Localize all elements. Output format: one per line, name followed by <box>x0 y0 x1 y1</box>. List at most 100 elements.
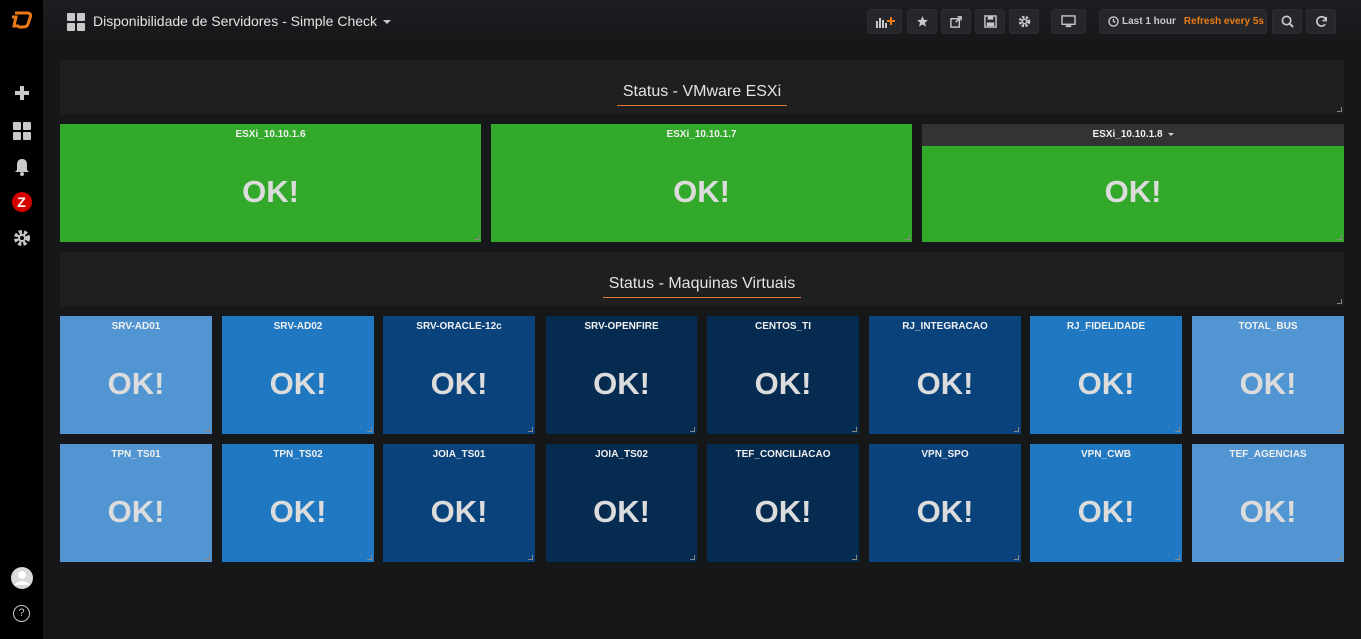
singlestat-panel[interactable]: ESXi_10.10.1.8 OK! <box>922 124 1344 242</box>
panel-title[interactable]: SRV-ORACLE-12c <box>383 321 535 332</box>
share-button[interactable] <box>941 9 971 34</box>
refresh-button[interactable] <box>1306 9 1336 34</box>
refresh-icon <box>1315 15 1327 27</box>
grafana-logo-icon[interactable] <box>0 6 43 34</box>
resize-handle[interactable] <box>528 555 533 560</box>
resize-handle[interactable] <box>1014 555 1019 560</box>
resize-handle[interactable] <box>905 235 910 240</box>
resize-handle[interactable] <box>1337 427 1342 432</box>
dashboard-title: Disponibilidade de Servidores - Simple C… <box>93 13 378 29</box>
panel-title[interactable]: ESXi_10.10.1.7 <box>491 129 912 140</box>
resize-handle[interactable] <box>1337 235 1342 240</box>
panel-title[interactable]: TEF_AGENCIAS <box>1192 449 1344 460</box>
plus-icon[interactable] <box>0 83 43 103</box>
row-title-panel-vms: Status - Maquinas Virtuais <box>60 252 1344 306</box>
save-button[interactable] <box>975 9 1005 34</box>
panel-title[interactable]: TPN_TS01 <box>60 449 212 460</box>
star-button[interactable] <box>907 9 937 34</box>
panel-title[interactable]: VPN_CWB <box>1030 449 1182 460</box>
singlestat-panel[interactable]: TPN_TS01 OK! <box>60 444 212 562</box>
resize-handle[interactable] <box>367 427 372 432</box>
avatar-icon[interactable] <box>0 566 43 590</box>
row-title-panel-vmware: Status - VMware ESXi <box>60 60 1344 114</box>
singlestat-panel[interactable]: TOTAL_BUS OK! <box>1192 316 1344 434</box>
panel-title[interactable]: RJ_INTEGRACAO <box>869 321 1021 332</box>
resize-handle[interactable] <box>690 555 695 560</box>
panel-title: ESXi_10.10.1.8 <box>1092 129 1163 140</box>
add-panel-icon <box>875 16 895 28</box>
panel-value: OK! <box>673 174 730 209</box>
resize-handle[interactable] <box>205 427 210 432</box>
resize-handle[interactable] <box>205 555 210 560</box>
singlestat-panel[interactable]: SRV-ORACLE-12c OK! <box>383 316 535 434</box>
singlestat-panel[interactable]: SRV-AD02 OK! <box>222 316 374 434</box>
resize-handle[interactable] <box>1337 555 1342 560</box>
panel-title[interactable]: JOIA_TS02 <box>546 449 697 460</box>
panel-title[interactable]: TPN_TS02 <box>222 449 374 460</box>
panel-value: OK! <box>1077 366 1135 401</box>
singlestat-panel[interactable]: CENTOS_TI OK! <box>707 316 859 434</box>
singlestat-panel[interactable]: ESXi_10.10.1.7 OK! <box>491 124 912 242</box>
panel-value: OK! <box>107 494 165 529</box>
bell-icon[interactable] <box>0 157 43 177</box>
panel-value: OK! <box>242 174 299 209</box>
resize-handle[interactable] <box>852 555 857 560</box>
resize-handle[interactable] <box>474 235 479 240</box>
panel-value: OK! <box>269 366 327 401</box>
singlestat-panel[interactable]: ESXi_10.10.1.6 OK! <box>60 124 481 242</box>
panel-title[interactable]: RJ_FIDELIDADE <box>1030 321 1182 332</box>
singlestat-panel[interactable]: SRV-OPENFIRE OK! <box>546 316 697 434</box>
panel-title[interactable]: VPN_SPO <box>869 449 1021 460</box>
singlestat-panel[interactable]: SRV-AD01 OK! <box>60 316 212 434</box>
panel-value: OK! <box>916 494 974 529</box>
row-title-vmware-text: Status - VMware ESXi <box>616 83 788 106</box>
singlestat-panel[interactable]: TEF_AGENCIAS OK! <box>1192 444 1344 562</box>
row-title-vms-text: Status - Maquinas Virtuais <box>602 275 802 298</box>
panel-value: OK! <box>1077 494 1135 529</box>
panel-title[interactable]: JOIA_TS01 <box>383 449 535 460</box>
time-picker-button[interactable]: Last 1 hour Refresh every 5s <box>1099 9 1267 34</box>
gear-icon[interactable] <box>0 228 43 248</box>
star-icon <box>916 16 928 27</box>
resize-handle[interactable] <box>1337 107 1342 112</box>
singlestat-panel[interactable]: JOIA_TS01 OK! <box>383 444 535 562</box>
panel-title-menu[interactable]: ESXi_10.10.1.8 <box>922 129 1344 140</box>
singlestat-panel[interactable]: TPN_TS02 OK! <box>222 444 374 562</box>
dashboards-icon[interactable] <box>0 121 43 141</box>
resize-handle[interactable] <box>1014 427 1019 432</box>
zoom-out-button[interactable] <box>1272 9 1302 34</box>
panel-value: OK! <box>107 366 165 401</box>
panel-title[interactable]: TEF_CONCILIACAO <box>707 449 859 460</box>
panel-value: OK! <box>593 366 650 401</box>
resize-handle[interactable] <box>690 427 695 432</box>
panel-title[interactable]: CENTOS_TI <box>707 321 859 332</box>
singlestat-panel[interactable]: VPN_CWB OK! <box>1030 444 1182 562</box>
panel-title[interactable]: ESXi_10.10.1.6 <box>60 129 481 140</box>
dashboard-navbar: Disponibilidade de Servidores - Simple C… <box>43 0 1361 44</box>
help-icon[interactable]: ? <box>0 603 43 623</box>
zabbix-icon[interactable]: Z <box>0 192 43 212</box>
panel-title[interactable]: SRV-AD02 <box>222 321 374 332</box>
singlestat-panel[interactable]: JOIA_TS02 OK! <box>546 444 697 562</box>
singlestat-panel[interactable]: TEF_CONCILIACAO OK! <box>707 444 859 562</box>
resize-handle[interactable] <box>367 555 372 560</box>
panel-value: OK! <box>430 494 488 529</box>
singlestat-panel[interactable]: RJ_INTEGRACAO OK! <box>869 316 1021 434</box>
resize-handle[interactable] <box>1337 299 1342 304</box>
panel-title[interactable]: SRV-AD01 <box>60 321 212 332</box>
refresh-interval-label: Refresh every 5s <box>1183 16 1264 27</box>
add-panel-button[interactable] <box>867 9 902 34</box>
singlestat-panel[interactable]: VPN_SPO OK! <box>869 444 1021 562</box>
resize-handle[interactable] <box>1175 427 1180 432</box>
singlestat-panel[interactable]: RJ_FIDELIDADE OK! <box>1030 316 1182 434</box>
panel-title[interactable]: SRV-OPENFIRE <box>546 321 697 332</box>
resize-handle[interactable] <box>852 427 857 432</box>
resize-handle[interactable] <box>528 427 533 432</box>
panel-value: OK! <box>269 494 327 529</box>
resize-handle[interactable] <box>1175 555 1180 560</box>
panel-title[interactable]: TOTAL_BUS <box>1192 321 1344 332</box>
dashboard-title-button[interactable]: Disponibilidade de Servidores - Simple C… <box>93 13 392 29</box>
panel-value: OK! <box>593 494 650 529</box>
settings-button[interactable] <box>1009 9 1039 34</box>
tv-mode-button[interactable] <box>1051 9 1086 34</box>
